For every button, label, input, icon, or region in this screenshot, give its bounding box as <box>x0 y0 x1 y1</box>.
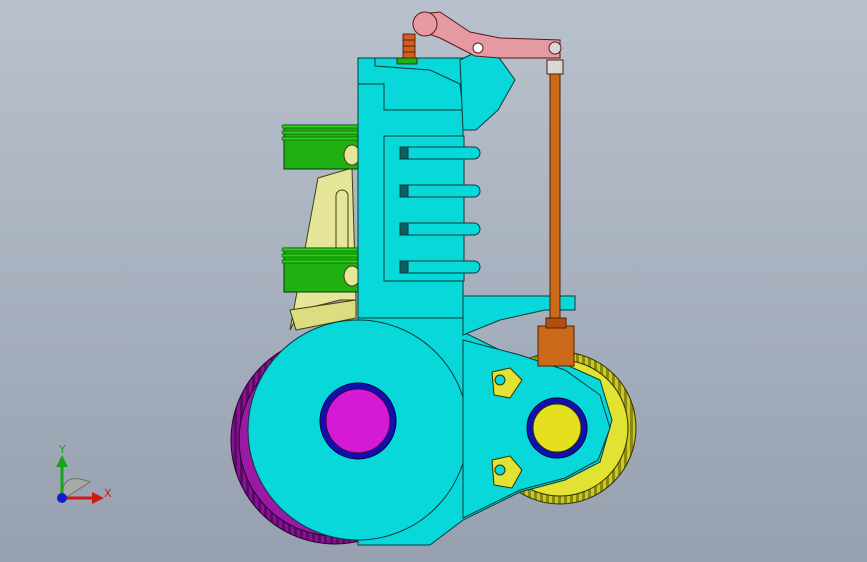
z-axis-dot <box>57 493 67 503</box>
x-axis-label: X <box>104 487 112 500</box>
graphics-viewport[interactable]: Y X <box>0 0 867 562</box>
pushrod[interactable] <box>537 59 575 367</box>
camshaft-hub[interactable] <box>526 397 588 459</box>
y-axis-arrowhead <box>56 455 68 467</box>
engine-assembly-model[interactable]: Y X <box>0 0 867 562</box>
valve-spring <box>396 33 418 65</box>
y-axis-label: Y <box>58 443 66 456</box>
piston-lower[interactable] <box>281 247 363 293</box>
rocker-arm[interactable] <box>412 11 562 59</box>
crankshaft-hub[interactable] <box>319 382 397 460</box>
view-orientation-triad[interactable]: Y X <box>56 443 112 504</box>
x-axis-arrowhead <box>92 492 104 504</box>
piston-upper[interactable] <box>281 124 363 170</box>
